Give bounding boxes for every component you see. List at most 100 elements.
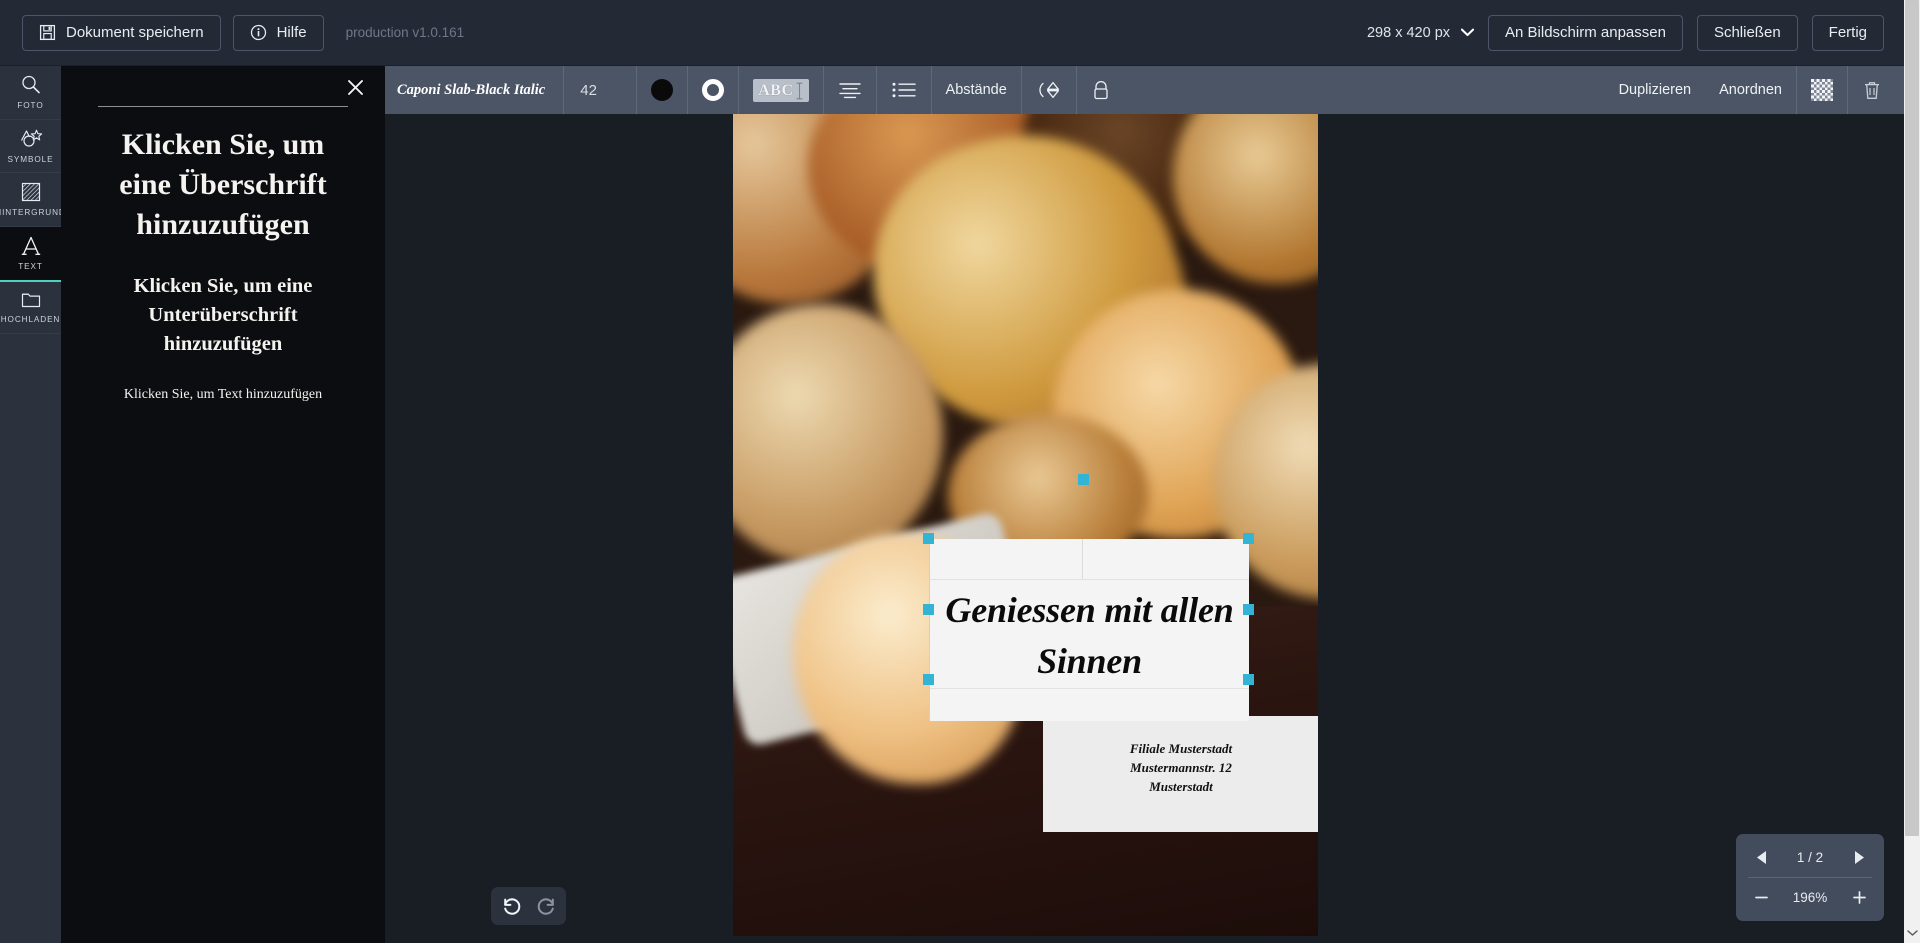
text-cursor-icon xyxy=(796,82,802,99)
address-textbox[interactable]: Filiale Musterstadt Mustermannstr. 12 Mu… xyxy=(1043,716,1318,832)
zoom-level-label: 196% xyxy=(1792,890,1828,905)
save-document-button[interactable]: Dokument speichern xyxy=(22,14,221,51)
chevron-down-icon xyxy=(1461,28,1475,37)
sidebar-item-hintergrund[interactable]: HINTERGRUND xyxy=(0,173,65,227)
sidebar-item-foto[interactable]: FOTO xyxy=(0,66,61,120)
selection-handle-middle-right[interactable] xyxy=(1243,604,1254,615)
sidebar-item-label: HOCHLADEN xyxy=(0,314,61,324)
lock-icon xyxy=(1091,80,1111,101)
transparency-button[interactable] xyxy=(1797,66,1847,114)
align-button[interactable] xyxy=(824,66,876,114)
fill-color-circle-icon xyxy=(651,79,674,101)
text-panel: Klicken Sie, um eine Überschrift hinzuzu… xyxy=(61,66,385,943)
address-line: Filiale Musterstadt xyxy=(1129,741,1233,756)
spacing-button[interactable]: Abstände xyxy=(932,66,1021,114)
sidebar-item-symbole[interactable]: SYMBOLE xyxy=(0,120,61,173)
scrollbar-thumb[interactable] xyxy=(1905,0,1919,836)
address-text: Filiale Musterstadt Mustermannstr. 12 Mu… xyxy=(1043,716,1318,797)
headline-textbox[interactable]: Geniessen mit allen Sinnen xyxy=(929,539,1249,721)
shapes-star-icon xyxy=(19,128,43,150)
canvas-area[interactable]: Filiale Musterstadt Mustermannstr. 12 Mu… xyxy=(385,114,1904,943)
zoom-in-button[interactable] xyxy=(1848,887,1870,909)
selection-handle-bottom-left[interactable] xyxy=(923,674,934,685)
help-button[interactable]: Hilfe xyxy=(232,14,324,51)
previous-page-button[interactable] xyxy=(1750,847,1772,869)
selection-handle-middle-left[interactable] xyxy=(923,604,934,615)
bulleted-list-icon xyxy=(891,81,917,99)
selection-handle-bottom-right[interactable] xyxy=(1243,674,1254,685)
version-label: production v1.0.161 xyxy=(345,25,465,40)
format-toolbar: Caponi Slab-Black Italic 42 ABC Abstände… xyxy=(385,66,1904,114)
fit-to-screen-button[interactable]: An Bildschirm anpassen xyxy=(1488,14,1683,51)
zoom-row: 196% xyxy=(1736,878,1884,917)
sidebar-item-hochladen[interactable]: HOCHLADEN xyxy=(0,280,61,334)
scrollbar-down-button[interactable] xyxy=(1904,925,1920,941)
document-dimensions-label: 298 x 420 px xyxy=(1366,24,1451,41)
lock-button[interactable] xyxy=(1077,66,1125,114)
chevron-down-icon xyxy=(1906,929,1918,937)
folder-upload-icon xyxy=(20,289,42,310)
text-effect-button[interactable]: ABC xyxy=(739,66,822,114)
left-rail: FOTO SYMBOLE HINTERGRUND TEXT HOCHLADEN xyxy=(0,66,65,943)
close-document-label: Schließen xyxy=(1713,24,1781,41)
outline-color-swatch[interactable] xyxy=(688,66,738,114)
duplicate-button[interactable]: Duplizieren xyxy=(1605,66,1706,114)
redo-button[interactable] xyxy=(533,893,559,919)
font-family-selector[interactable]: Caponi Slab-Black Italic xyxy=(385,66,563,114)
close-document-button[interactable]: Schließen xyxy=(1696,14,1798,51)
add-heading-option[interactable]: Klicken Sie, um eine Überschrift hinzuzu… xyxy=(86,125,360,245)
abc-text-color-icon: ABC xyxy=(753,78,809,102)
done-label: Fertig xyxy=(1828,24,1867,41)
undo-arrow-icon xyxy=(501,895,523,917)
floppy-disk-icon xyxy=(39,24,56,41)
textbox-inner-vline xyxy=(1082,539,1083,579)
align-center-icon xyxy=(838,81,862,99)
done-button[interactable]: Fertig xyxy=(1811,14,1884,51)
abc-label: ABC xyxy=(758,81,794,99)
help-label: Hilfe xyxy=(276,24,307,41)
sidebar-item-label: SYMBOLE xyxy=(7,154,54,164)
flip-vertical-icon xyxy=(1036,80,1062,100)
triangle-left-icon xyxy=(1755,850,1768,865)
selection-handle-top-center[interactable] xyxy=(1078,474,1089,485)
font-size-input[interactable]: 42 xyxy=(564,66,636,114)
text-panel-content: Klicken Sie, um eine Überschrift hinzuzu… xyxy=(61,66,385,403)
panel-divider xyxy=(98,106,348,107)
selection-handle-top-left[interactable] xyxy=(923,533,934,544)
document-canvas[interactable]: Filiale Musterstadt Mustermannstr. 12 Mu… xyxy=(733,114,1318,936)
textbox-inner-line xyxy=(930,579,1249,580)
next-page-button[interactable] xyxy=(1848,847,1870,869)
minus-icon xyxy=(1754,890,1769,905)
page-indicator: 1 / 2 xyxy=(1796,850,1824,865)
sidebar-item-text[interactable]: TEXT xyxy=(0,226,61,282)
textbox-inner-line xyxy=(930,688,1249,689)
plus-icon xyxy=(1852,890,1867,905)
triangle-right-icon xyxy=(1853,850,1866,865)
save-document-label: Dokument speichern xyxy=(66,24,204,41)
top-toolbar-left: Dokument speichern Hilfe production v1.0… xyxy=(22,14,465,51)
arrange-button[interactable]: Anordnen xyxy=(1705,66,1796,114)
close-icon xyxy=(346,78,365,97)
zoom-out-button[interactable] xyxy=(1750,887,1772,909)
page-zoom-dock: 1 / 2 196% xyxy=(1736,834,1884,921)
list-button[interactable] xyxy=(877,66,931,114)
format-toolbar-right: Duplizieren Anordnen xyxy=(1605,66,1904,114)
workspace: Caponi Slab-Black Italic 42 ABC Abstände… xyxy=(385,66,1904,943)
trash-icon xyxy=(1862,80,1882,101)
document-dimensions-dropdown[interactable]: 298 x 420 px xyxy=(1366,24,1475,41)
flip-button[interactable] xyxy=(1022,66,1076,114)
close-panel-button[interactable] xyxy=(342,74,368,100)
selection-handle-top-right[interactable] xyxy=(1243,533,1254,544)
fill-color-swatch[interactable] xyxy=(637,66,687,114)
undo-button[interactable] xyxy=(499,893,525,919)
sidebar-item-label: FOTO xyxy=(17,101,44,111)
app-root: Dokument speichern Hilfe production v1.0… xyxy=(0,0,1920,943)
fit-to-screen-label: An Bildschirm anpassen xyxy=(1505,24,1666,41)
add-bodytext-option[interactable]: Klicken Sie, um Text hinzuzufügen xyxy=(86,387,360,403)
add-subheading-option[interactable]: Klicken Sie, um eine Unterüberschrift hi… xyxy=(86,272,360,359)
checkerboard-transparency-icon xyxy=(1811,79,1833,101)
page-navigation-row: 1 / 2 xyxy=(1736,838,1884,877)
page-scrollbar[interactable] xyxy=(1904,0,1920,943)
delete-button[interactable] xyxy=(1848,66,1904,114)
sidebar-item-label: TEXT xyxy=(18,262,43,272)
